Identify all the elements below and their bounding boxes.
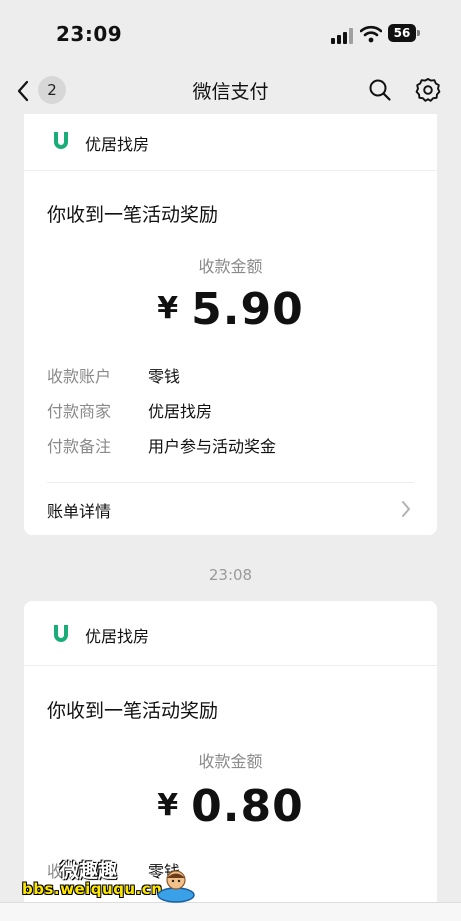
gear-icon[interactable] [415, 77, 441, 103]
cellular-signal-icon [331, 28, 355, 44]
wifi-icon [360, 25, 382, 43]
row-key: 付款商家 [47, 402, 112, 421]
mascot-icon [157, 870, 195, 903]
status-bar: 23:09 56 [0, 0, 461, 68]
merchant-name: 优居找房 [85, 135, 150, 154]
bill-details-label: 账单详情 [47, 502, 112, 521]
navigation-bar: 2 微信支付 [0, 68, 461, 114]
amount-number: 5.90 [191, 284, 304, 335]
row-key: 收款账户 [47, 367, 112, 386]
payment-card[interactable]: 优居找房 你收到一笔活动奖励 收款金额 ¥5.90 收款账户 零钱 付款商家 优… [24, 114, 437, 535]
card-title: 你收到一笔活动奖励 [47, 204, 219, 226]
row-key: 付款备注 [47, 437, 112, 456]
detail-row: 收款账户 零钱 [47, 363, 417, 387]
chevron-right-icon [402, 501, 410, 517]
watermark-title: 微趣趣 [60, 860, 118, 882]
currency-symbol: ¥ [157, 788, 180, 823]
detail-row: 付款商家 优居找房 [47, 398, 417, 422]
detail-row: 付款备注 用户参与活动奖金 [47, 433, 417, 457]
back-button[interactable]: 2 [14, 74, 74, 106]
battery-icon: 56 [388, 24, 416, 42]
amount-value: ¥5.90 [24, 284, 437, 335]
row-value: 用户参与活动奖金 [148, 437, 277, 456]
amount-number: 0.80 [191, 781, 304, 832]
amount-value: ¥0.80 [24, 781, 437, 832]
amount-label: 收款金额 [198, 257, 263, 276]
amount-label: 收款金额 [198, 752, 263, 771]
message-timestamp: 23:08 [208, 566, 253, 584]
watermark: 微趣趣 bbs.weiququ.cn [22, 850, 202, 910]
row-value: 零钱 [148, 367, 181, 386]
row-value: 优居找房 [148, 402, 213, 421]
battery-tip [417, 30, 420, 36]
watermark-url: bbs.weiququ.cn [22, 880, 163, 898]
unread-count-badge: 2 [38, 76, 66, 104]
card-header: 优居找房 [24, 114, 437, 171]
search-icon[interactable] [368, 78, 392, 102]
back-chevron-icon [17, 80, 29, 102]
card-header: 优居找房 [24, 601, 437, 666]
divider [47, 482, 414, 483]
bill-details-link[interactable]: 账单详情 [24, 486, 437, 532]
merchant-logo-icon [54, 625, 68, 642]
currency-symbol: ¥ [157, 291, 180, 326]
status-time: 23:09 [56, 22, 123, 46]
merchant-name: 优居找房 [85, 627, 150, 646]
merchant-logo-icon [54, 132, 68, 149]
card-title: 你收到一笔活动奖励 [47, 700, 219, 722]
